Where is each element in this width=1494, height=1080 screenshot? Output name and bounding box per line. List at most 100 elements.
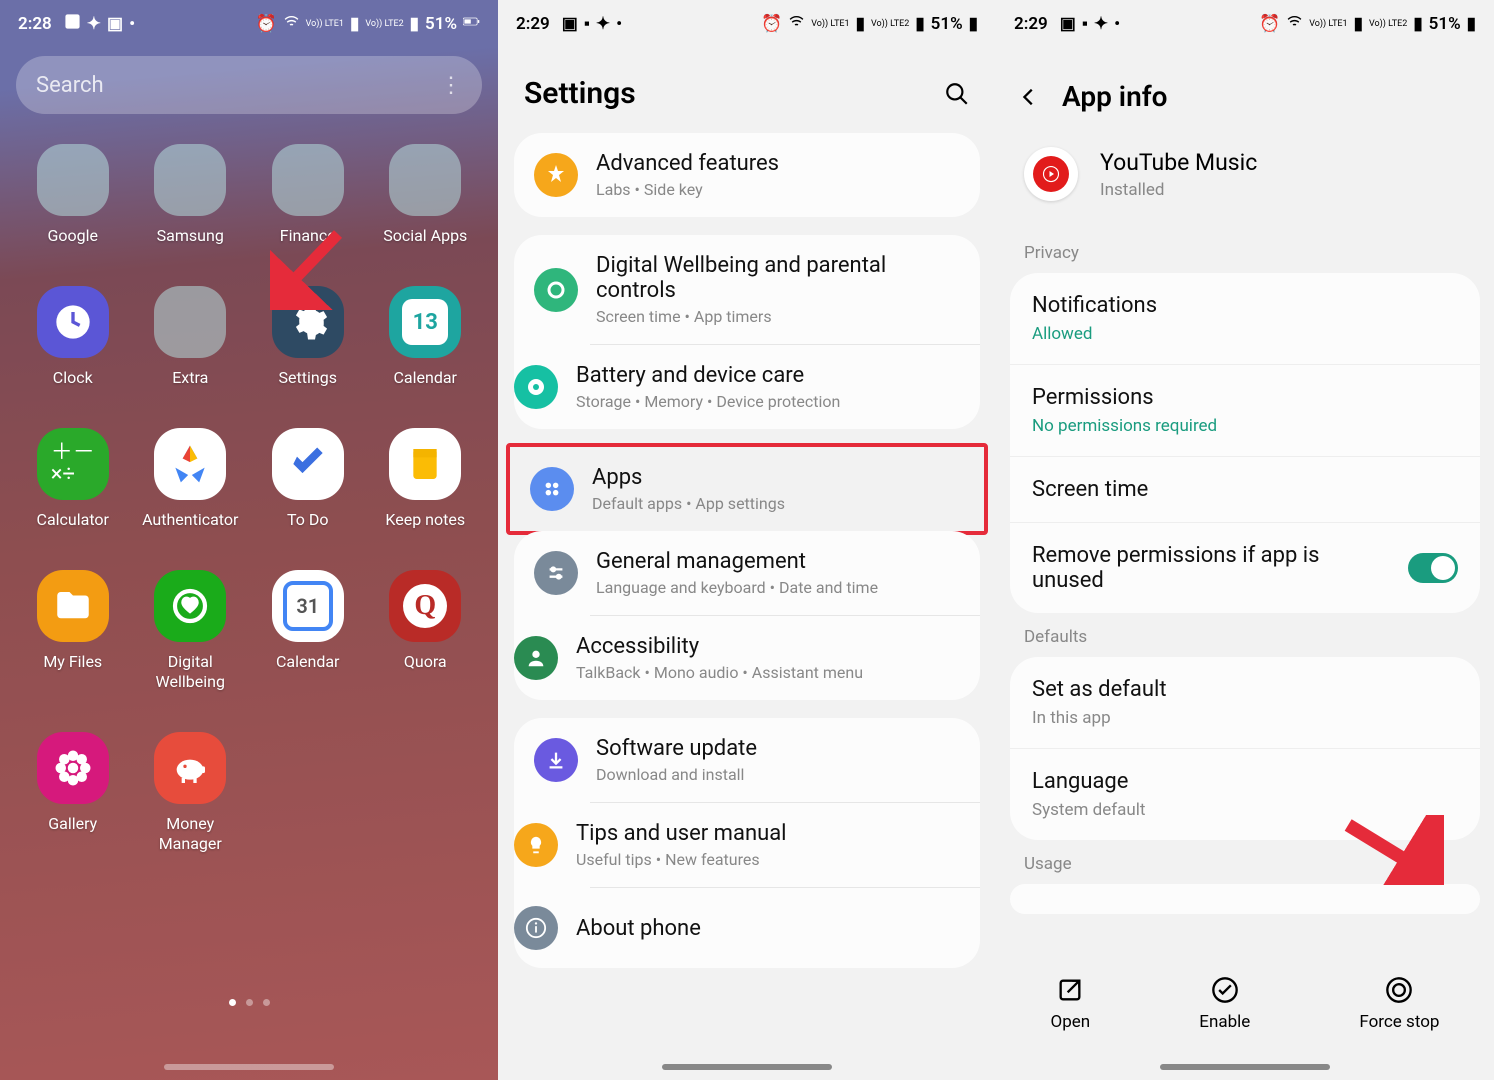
row-sub: Storage • Memory • Device protection <box>576 392 840 411</box>
app-label: Keep notes <box>385 510 465 530</box>
image-icon: ▣ <box>562 14 578 34</box>
settings-row-digital-wellbeing-and-parental-controls[interactable]: Digital Wellbeing and parental controlsS… <box>514 235 980 344</box>
row-screen-time[interactable]: Screen time <box>1010 456 1480 522</box>
screen-settings: 2:29 ▣ ▪ ✦ • ⏰ Vo)) LTE1 ▮ Vo)) LTE2 ▮ 5… <box>498 0 996 1080</box>
toggle-on[interactable] <box>1408 553 1458 583</box>
app-samsung[interactable]: Samsung <box>134 144 248 246</box>
nav-handle[interactable] <box>662 1064 832 1070</box>
settings-row-battery-and-device-care[interactable]: Battery and device careStorage • Memory … <box>590 344 980 429</box>
alarm-icon: ⏰ <box>255 14 276 34</box>
signal2-icon: ▮ <box>1413 14 1422 34</box>
app-extra[interactable]: Extra <box>134 286 248 388</box>
settings-row-software-update[interactable]: Software updateDownload and install <box>514 718 980 802</box>
settings-row-apps[interactable]: AppsDefault apps • App settings <box>510 447 984 531</box>
row-permissions[interactable]: Permissions No permissions required <box>1010 364 1480 456</box>
app-label: Finance <box>280 226 336 246</box>
settings-row-tips-and-user-manual[interactable]: Tips and user manualUseful tips • New fe… <box>590 802 980 887</box>
signal1-icon: ▮ <box>856 14 865 34</box>
row-notifications[interactable]: Notifications Allowed <box>1010 273 1480 364</box>
app-digital-wellbeing[interactable]: Digital Wellbeing <box>134 570 248 692</box>
app-finance[interactable]: Finance <box>251 144 365 246</box>
back-button[interactable] <box>1018 86 1040 108</box>
clock-icon <box>37 286 109 358</box>
privacy-card: Notifications Allowed Permissions No per… <box>1010 273 1480 613</box>
app-calculator[interactable]: ＋－×÷Calculator <box>16 428 130 530</box>
row-title: General management <box>596 549 878 574</box>
highlight-box: AppsDefault apps • App settings <box>506 443 988 535</box>
app-settings[interactable]: Settings <box>251 286 365 388</box>
app-quora[interactable]: Q Quora <box>369 570 483 692</box>
app-google[interactable]: Google <box>16 144 130 246</box>
link-icon: ✦ <box>1094 14 1108 34</box>
image-icon: ▣ <box>1060 14 1076 34</box>
app-social-apps[interactable]: Social Apps <box>369 144 483 246</box>
to-do-icon <box>272 428 344 500</box>
row-sub: Language and keyboard • Date and time <box>596 578 878 597</box>
folder-icon <box>154 144 226 216</box>
battery-text: 51% <box>425 14 457 34</box>
sim1-icon: Vo)) LTE1 <box>811 20 849 29</box>
page-title: Settings <box>524 76 636 111</box>
alarm-icon: ⏰ <box>1259 14 1280 34</box>
app-label: Gallery <box>48 814 97 834</box>
row-title: Permissions <box>1032 385 1458 410</box>
link-icon: ✦ <box>596 14 610 34</box>
quora-icon: Q <box>389 570 461 642</box>
settings-row-about-phone[interactable]: About phone <box>590 887 980 968</box>
app-to-do[interactable]: To Do <box>251 428 365 530</box>
force-stop-button[interactable]: Force stop <box>1359 976 1439 1032</box>
row-title: Notifications <box>1032 293 1458 318</box>
usage-card <box>1010 884 1480 914</box>
app-label: Money Manager <box>134 814 248 854</box>
battery-and-device-care-icon <box>514 365 558 409</box>
status-bar: 2:29 ▣ ▪ ✦ • ⏰ Vo)) LTE1 ▮ Vo)) LTE2 ▮ 5… <box>498 0 996 44</box>
app-gallery[interactable]: Gallery <box>16 732 130 854</box>
settings-row-accessibility[interactable]: AccessibilityTalkBack • Mono audio • Ass… <box>590 615 980 700</box>
row-set-default[interactable]: Set as default In this app <box>1010 657 1480 748</box>
app-my-files[interactable]: My Files <box>16 570 130 692</box>
search-input[interactable]: Search ⋮ <box>16 56 482 114</box>
app-label: Quora <box>404 652 447 672</box>
nav-handle[interactable] <box>1160 1064 1330 1070</box>
calendar-icon: 31 <box>272 570 344 642</box>
app-keep-notes[interactable]: Keep notes <box>369 428 483 530</box>
folder-icon <box>272 144 344 216</box>
section-privacy: Privacy <box>996 229 1494 273</box>
app-clock[interactable]: Clock <box>16 286 130 388</box>
about-phone-icon <box>514 906 558 950</box>
software-update-icon <box>534 738 578 782</box>
app-money-manager[interactable]: Money Manager <box>134 732 248 854</box>
row-language[interactable]: Language System default <box>1010 748 1480 840</box>
row-sub: No permissions required <box>1032 416 1458 436</box>
digital-wellbeing-icon <box>154 570 226 642</box>
row-sub: Labs • Side key <box>596 180 779 199</box>
app-calendar[interactable]: 31 Calendar <box>251 570 365 692</box>
defaults-card: Set as default In this app Language Syst… <box>1010 657 1480 840</box>
wifi-icon <box>788 13 805 35</box>
check-circle-icon <box>1211 976 1239 1004</box>
search-icon[interactable] <box>944 81 970 107</box>
row-remove-permissions[interactable]: Remove permissions if app is unused <box>1010 522 1480 613</box>
app-calendar[interactable]: 13Calendar <box>369 286 483 388</box>
settings-row-advanced-features[interactable]: Advanced featuresLabs • Side key <box>514 133 980 217</box>
settings-row-general-management[interactable]: General management Language and keyboard … <box>514 531 980 615</box>
enable-button[interactable]: Enable <box>1199 976 1250 1032</box>
nav-handle[interactable] <box>164 1064 334 1070</box>
more-icon[interactable]: ⋮ <box>440 73 462 98</box>
app-identity: YouTube Music Installed <box>996 137 1494 229</box>
app-label: Digital Wellbeing <box>134 652 248 692</box>
folder-icon <box>154 286 226 358</box>
status-time: 2:28 <box>18 14 52 34</box>
app-label: Extra <box>172 368 208 388</box>
open-button[interactable]: Open <box>1051 976 1091 1032</box>
page-indicator <box>0 999 498 1006</box>
status-time: 2:29 <box>516 14 550 34</box>
settings-icon <box>272 286 344 358</box>
advanced-features-icon <box>534 153 578 197</box>
linkedin-icon: ▪ <box>1082 14 1088 34</box>
bottom-actions: Open Enable Force stop <box>996 976 1494 1062</box>
app-label: Samsung <box>157 226 224 246</box>
app-authenticator[interactable]: Authenticator <box>134 428 248 530</box>
app-label: Calendar <box>276 652 339 672</box>
signal1-icon: ▮ <box>350 14 359 34</box>
